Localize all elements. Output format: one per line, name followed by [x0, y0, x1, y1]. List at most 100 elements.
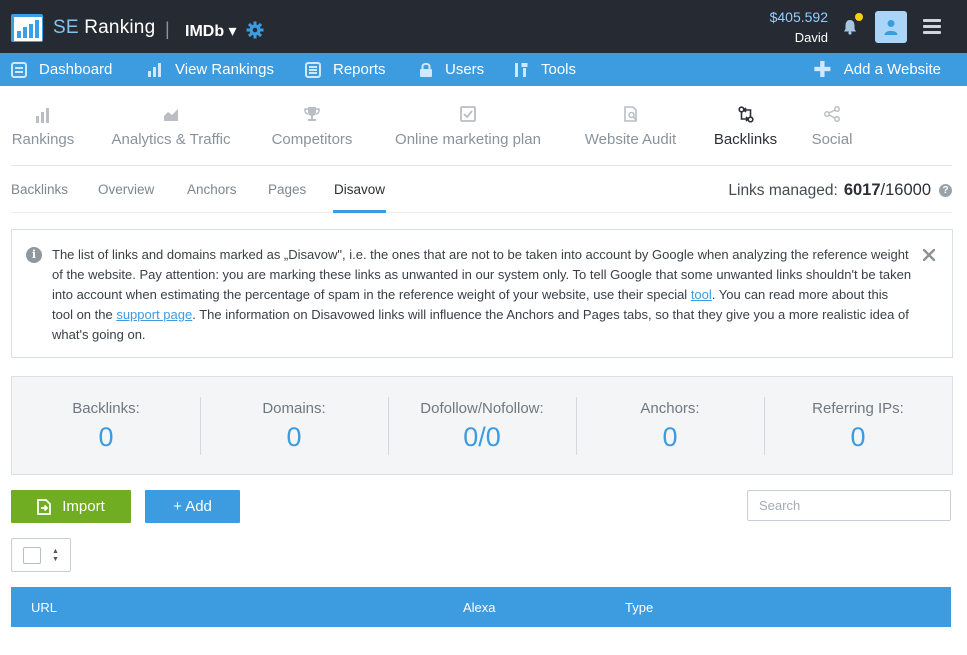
brand-name[interactable]: SE Ranking — [53, 17, 155, 39]
links-managed-used: 6017 — [843, 181, 881, 199]
import-button-label: Import — [62, 498, 105, 515]
bulk-select-dropdown[interactable]: ▲ ▼ — [11, 538, 71, 572]
notification-bell-icon[interactable] — [843, 19, 857, 40]
links-managed: Links managed: 6017/16000 ? — [728, 181, 952, 200]
stat-dofollow-nofollow: Dofollow/Nofollow: 0/0 — [388, 377, 576, 474]
support-page-link[interactable]: support page — [116, 307, 192, 322]
stat-referring-ips: Referring IPs: 0 — [764, 377, 952, 474]
audit-icon — [623, 106, 639, 126]
nav-dashboard-label: Dashboard — [39, 61, 113, 78]
stat-backlinks-label: Backlinks: — [72, 400, 140, 417]
tab-website-audit[interactable]: Website Audit — [579, 86, 682, 166]
tab-social[interactable]: Social — [808, 86, 856, 166]
nav-reports[interactable]: Reports — [305, 53, 386, 86]
logo-icon[interactable] — [11, 14, 43, 42]
stat-anchors-value: 0 — [662, 422, 678, 452]
tab-backlinks[interactable]: Backlinks — [712, 86, 779, 166]
dashboard-icon — [11, 61, 27, 78]
links-managed-total: /16000 — [880, 181, 931, 199]
nav-tools-label: Tools — [541, 61, 577, 78]
stat-dofollow-nofollow-value: 0/0 — [463, 422, 501, 452]
gear-icon[interactable] — [246, 21, 264, 44]
stat-referring-ips-value: 0 — [850, 422, 866, 452]
top-bar: SE Ranking | IMDb ▾ $405.592 David — [0, 0, 967, 53]
info-text: The list of links and domains marked as … — [52, 245, 912, 345]
project-separator: | — [165, 19, 170, 39]
column-url[interactable]: URL — [31, 600, 57, 615]
reports-icon — [305, 61, 321, 78]
subtab-anchors[interactable]: Anchors — [187, 182, 237, 197]
avatar[interactable] — [875, 11, 907, 43]
subtab-backlinks[interactable]: Backlinks — [11, 182, 68, 197]
account-balance[interactable]: $405.592 — [770, 9, 828, 25]
backlinks-icon — [737, 106, 754, 127]
bar-chart-icon — [35, 106, 51, 127]
notification-dot — [855, 13, 863, 21]
plus-icon: ✚ — [813, 56, 832, 82]
nav-tools[interactable]: Tools — [513, 53, 576, 86]
add-website-button[interactable]: ✚ Add a Website — [813, 53, 941, 86]
nav-view-rankings[interactable]: View Rankings — [147, 53, 274, 86]
add-website-label: Add a Website — [843, 61, 941, 78]
import-button[interactable]: Import — [11, 490, 131, 523]
stat-domains: Domains: 0 — [200, 377, 388, 474]
nav-view-rankings-label: View Rankings — [175, 61, 274, 78]
info-icon: i — [26, 247, 42, 263]
tab-online-marketing-plan-label: Online marketing plan — [395, 131, 541, 148]
main-nav: Dashboard View Rankings Reports Users To… — [0, 53, 967, 86]
area-chart-icon — [163, 106, 179, 126]
tab-online-marketing-plan[interactable]: Online marketing plan — [388, 86, 548, 166]
tab-social-label: Social — [811, 131, 853, 148]
lock-icon — [420, 62, 432, 77]
search-input[interactable] — [747, 490, 951, 521]
brand-se: SE — [53, 17, 79, 38]
select-all-checkbox[interactable] — [23, 547, 41, 564]
close-icon[interactable] — [922, 248, 936, 266]
stat-domains-value: 0 — [286, 422, 302, 452]
tab-competitors-label: Competitors — [271, 131, 353, 148]
sub-tabs: Backlinks Overview Anchors Pages Disavow… — [11, 166, 952, 213]
subtab-disavow[interactable]: Disavow — [334, 182, 385, 197]
nav-users[interactable]: Users — [419, 53, 484, 86]
stat-backlinks-value: 0 — [98, 422, 114, 452]
tab-rankings[interactable]: Rankings — [11, 86, 75, 166]
add-button[interactable]: + Add — [145, 490, 240, 523]
subtab-pages[interactable]: Pages — [268, 182, 306, 197]
stat-anchors: Anchors: 0 — [576, 377, 764, 474]
project-selector[interactable]: IMDb ▾ — [185, 21, 237, 41]
subtab-overview[interactable]: Overview — [98, 182, 154, 197]
user-name[interactable]: David — [795, 30, 828, 45]
module-tabs: Rankings Analytics & Traffic Competitors… — [11, 86, 952, 166]
stat-backlinks: Backlinks: 0 — [12, 377, 200, 474]
table-header: URL Alexa Type — [11, 587, 951, 627]
nav-reports-label: Reports — [333, 61, 386, 78]
stat-dofollow-nofollow-label: Dofollow/Nofollow: — [420, 400, 544, 417]
tools-icon — [515, 62, 528, 77]
tool-link[interactable]: tool — [691, 287, 712, 302]
links-managed-label: Links managed: — [728, 181, 838, 199]
stat-anchors-label: Anchors: — [640, 400, 700, 417]
nav-users-label: Users — [445, 61, 485, 78]
checkbox-icon — [460, 106, 476, 126]
tab-rankings-label: Rankings — [11, 131, 75, 148]
stat-domains-label: Domains: — [262, 400, 326, 417]
column-alexa[interactable]: Alexa — [463, 600, 496, 615]
active-tab-indicator — [333, 210, 386, 213]
brand-ranking: Ranking — [84, 17, 156, 38]
menu-icon[interactable] — [923, 19, 941, 35]
disavow-info-box: i The list of links and domains marked a… — [11, 229, 953, 358]
help-icon[interactable]: ? — [939, 184, 952, 197]
dropdown-arrows-icon: ▲ ▼ — [52, 548, 59, 563]
stats-panel: Backlinks: 0 Domains: 0 Dofollow/Nofollo… — [11, 376, 953, 475]
tab-website-audit-label: Website Audit — [584, 131, 677, 148]
column-type[interactable]: Type — [625, 600, 653, 615]
nav-dashboard[interactable]: Dashboard — [11, 53, 112, 86]
share-icon — [824, 106, 840, 126]
tab-backlinks-label: Backlinks — [713, 131, 778, 148]
tab-analytics-traffic[interactable]: Analytics & Traffic — [108, 86, 234, 166]
import-file-icon — [37, 498, 52, 515]
trophy-icon — [304, 106, 320, 126]
bar-chart-icon — [148, 62, 161, 77]
tab-analytics-traffic-label: Analytics & Traffic — [111, 131, 231, 148]
tab-competitors[interactable]: Competitors — [266, 86, 358, 166]
